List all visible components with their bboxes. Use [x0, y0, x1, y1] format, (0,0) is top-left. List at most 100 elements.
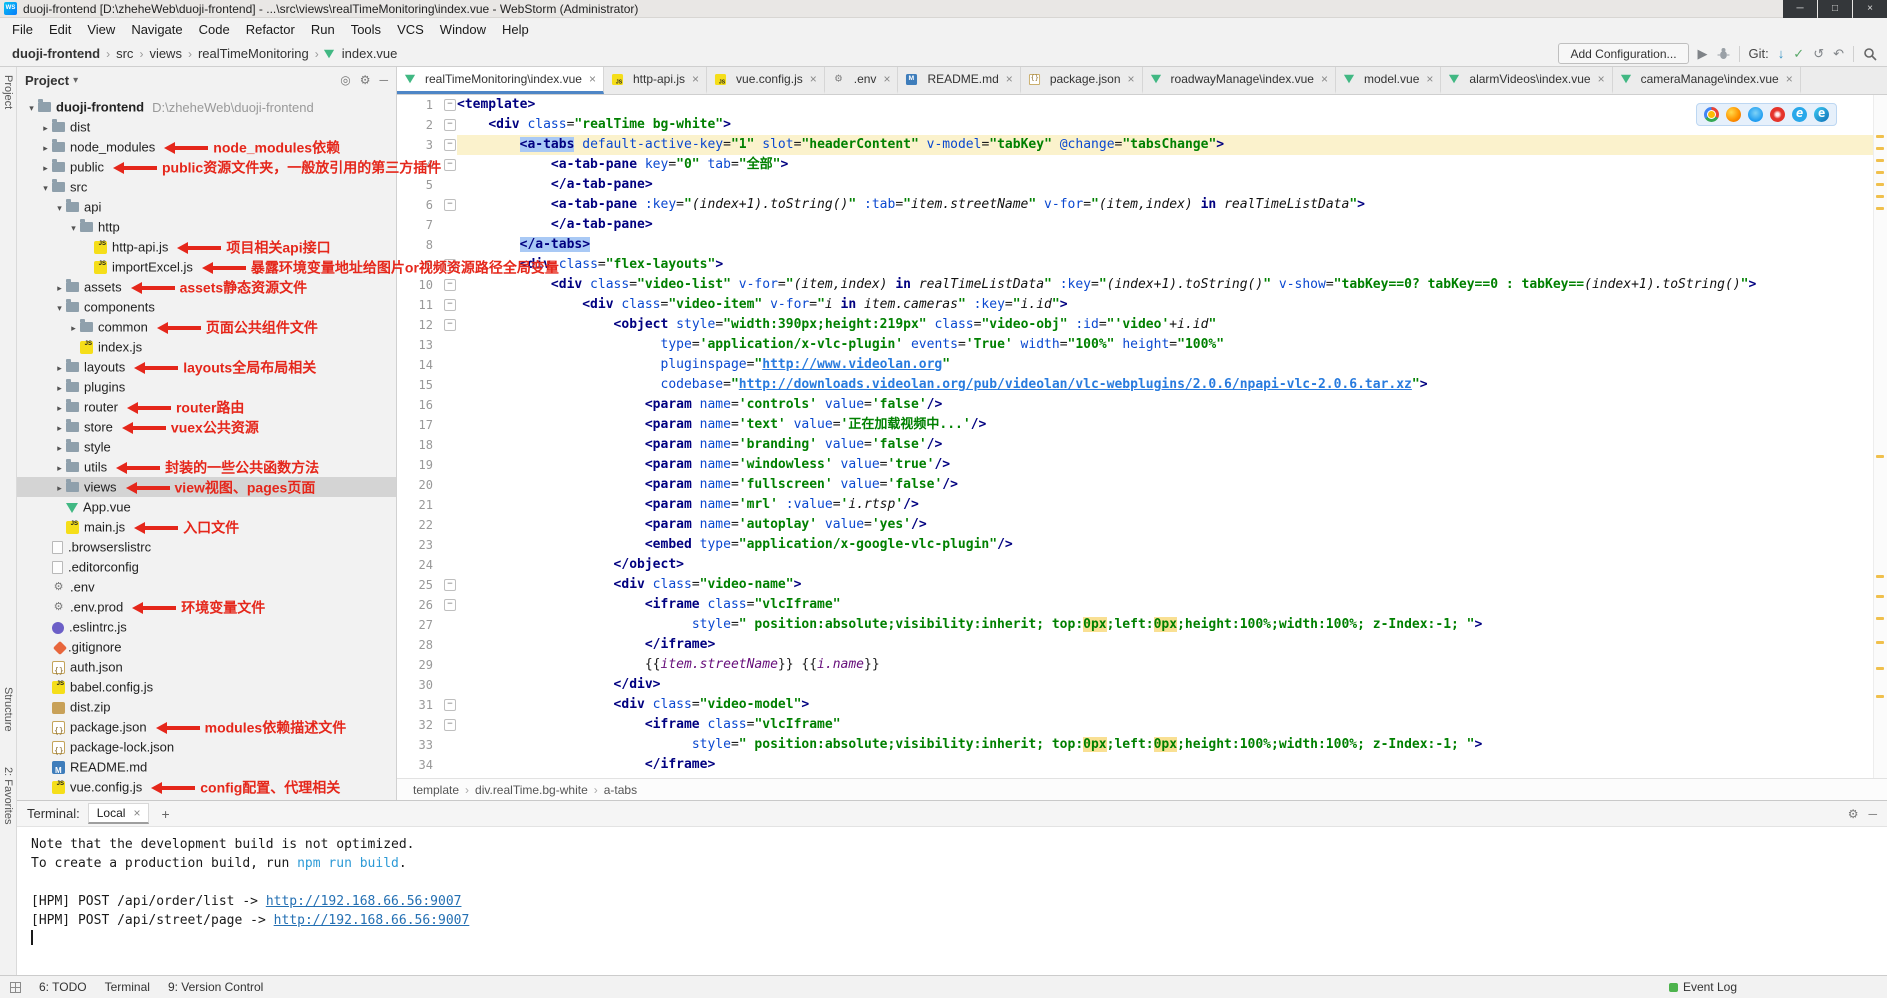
- breadcrumb-item[interactable]: duoji-frontend: [10, 46, 102, 61]
- code-line[interactable]: 12 <object style="width:390px;height:219…: [397, 315, 1887, 335]
- locate-icon[interactable]: ◎: [340, 73, 350, 87]
- close-icon[interactable]: ×: [1853, 0, 1887, 18]
- tab-close-icon[interactable]: ×: [1006, 72, 1013, 86]
- git-update-icon[interactable]: ↓: [1778, 47, 1785, 61]
- code-line[interactable]: 11 <div class="video-item" v-for="i in i…: [397, 295, 1887, 315]
- fold-icon[interactable]: [443, 695, 457, 715]
- collapsed-arrow-icon[interactable]: ▸: [53, 378, 66, 398]
- warning-mark-icon[interactable]: [1876, 695, 1884, 698]
- expanded-arrow-icon[interactable]: ▾: [67, 218, 80, 238]
- new-terminal-session-icon[interactable]: +: [157, 806, 173, 822]
- code-line[interactable]: 22 <param name='autoplay' value='yes'/>: [397, 515, 1887, 535]
- editor-tab[interactable]: roadwayManage\index.vue×: [1143, 67, 1336, 94]
- code-line[interactable]: 19 <param name='windowless' value='true'…: [397, 455, 1887, 475]
- editor-breadcrumb-item[interactable]: template: [411, 783, 461, 797]
- code-line[interactable]: 23 <embed type="application/x-google-vlc…: [397, 535, 1887, 555]
- tree-row[interactable]: README.md: [17, 757, 396, 777]
- edge-browser-icon[interactable]: [1814, 107, 1829, 122]
- code-line[interactable]: 2 <div class="realTime bg-white">: [397, 115, 1887, 135]
- terminal-minimize-icon[interactable]: ─: [1868, 807, 1877, 821]
- debug-bug-icon[interactable]: [1717, 47, 1730, 60]
- git-history-icon[interactable]: ↺: [1813, 47, 1824, 61]
- warning-mark-icon[interactable]: [1876, 159, 1884, 162]
- statusbar-todo[interactable]: 6: TODO: [39, 980, 87, 994]
- code-line[interactable]: 20 <param name='fullscreen' value='false…: [397, 475, 1887, 495]
- tab-close-icon[interactable]: ×: [883, 72, 890, 86]
- editor-tab[interactable]: .env×: [825, 67, 899, 94]
- tree-row[interactable]: ▾http: [17, 217, 396, 237]
- git-commit-icon[interactable]: ✓: [1793, 47, 1804, 61]
- tab-close-icon[interactable]: ×: [1128, 72, 1135, 86]
- code-line[interactable]: 13 type='application/x-vlc-plugin' event…: [397, 335, 1887, 355]
- search-icon[interactable]: [1863, 47, 1877, 61]
- tab-close-icon[interactable]: ×: [692, 72, 699, 86]
- collapsed-arrow-icon[interactable]: ▸: [53, 418, 66, 438]
- tree-row[interactable]: .gitignore: [17, 637, 396, 657]
- code-line[interactable]: 5 </a-tab-pane>: [397, 175, 1887, 195]
- fold-icon[interactable]: [443, 295, 457, 315]
- terminal-link[interactable]: http://192.168.66.56:9007: [266, 894, 462, 909]
- code-line[interactable]: 16 <param name='controls' value='false'/…: [397, 395, 1887, 415]
- add-configuration-button[interactable]: Add Configuration...: [1558, 43, 1688, 64]
- tree-row[interactable]: auth.json: [17, 657, 396, 677]
- opera-browser-icon[interactable]: [1770, 107, 1785, 122]
- code-line[interactable]: 17 <param name='text' value='正在加载视频中...'…: [397, 415, 1887, 435]
- collapsed-arrow-icon[interactable]: ▸: [53, 478, 66, 498]
- expanded-arrow-icon[interactable]: ▾: [25, 98, 38, 118]
- code-line[interactable]: 25 <div class="video-name">: [397, 575, 1887, 595]
- tab-close-icon[interactable]: ×: [1321, 72, 1328, 86]
- tab-close-icon[interactable]: ×: [133, 806, 140, 820]
- code-line[interactable]: 15 codebase="http://downloads.videolan.o…: [397, 375, 1887, 395]
- editor-tab[interactable]: cameraManage\index.vue×: [1613, 67, 1801, 94]
- tree-row[interactable]: ▸layoutslayouts全局布局相关: [17, 357, 396, 377]
- menu-edit[interactable]: Edit: [41, 20, 79, 39]
- menu-refactor[interactable]: Refactor: [238, 20, 303, 39]
- fold-icon[interactable]: [443, 595, 457, 615]
- code-line[interactable]: 30 </div>: [397, 675, 1887, 695]
- editor-tab[interactable]: README.md×: [898, 67, 1020, 94]
- menu-vcs[interactable]: VCS: [389, 20, 432, 39]
- tree-row[interactable]: .env.prod环境变量文件: [17, 597, 396, 617]
- menu-tools[interactable]: Tools: [343, 20, 389, 39]
- editor-breadcrumb-item[interactable]: div.realTime.bg-white: [473, 783, 590, 797]
- collapsed-arrow-icon[interactable]: ▸: [53, 278, 66, 298]
- warning-mark-icon[interactable]: [1876, 171, 1884, 174]
- code-line[interactable]: 8 </a-tabs>: [397, 235, 1887, 255]
- editor-tab[interactable]: vue.config.js×: [707, 67, 825, 94]
- tab-close-icon[interactable]: ×: [1426, 72, 1433, 86]
- run-icon[interactable]: ▶: [1698, 47, 1708, 61]
- tree-row[interactable]: http-api.js项目相关api接口: [17, 237, 396, 257]
- warning-mark-icon[interactable]: [1876, 455, 1884, 458]
- menu-window[interactable]: Window: [432, 20, 494, 39]
- menu-run[interactable]: Run: [303, 20, 343, 39]
- tree-row[interactable]: ▸node_modulesnode_modules依赖: [17, 137, 396, 157]
- tree-row[interactable]: ▾api: [17, 197, 396, 217]
- maximize-icon[interactable]: □: [1818, 0, 1852, 18]
- tree-row[interactable]: vue.config.jsconfig配置、代理相关: [17, 777, 396, 797]
- warning-mark-icon[interactable]: [1876, 183, 1884, 186]
- warning-mark-icon[interactable]: [1876, 595, 1884, 598]
- breadcrumb-item[interactable]: views: [147, 46, 184, 61]
- warning-mark-icon[interactable]: [1876, 147, 1884, 150]
- tree-row[interactable]: .eslintrc.js: [17, 617, 396, 637]
- code-line[interactable]: 27 style=" position:absolute;visibility:…: [397, 615, 1887, 635]
- warning-mark-icon[interactable]: [1876, 617, 1884, 620]
- tree-row[interactable]: babel.config.js: [17, 677, 396, 697]
- code-line[interactable]: 18 <param name='branding' value='false'/…: [397, 435, 1887, 455]
- breadcrumb-item[interactable]: index.vue: [340, 46, 400, 61]
- fold-icon[interactable]: [443, 275, 457, 295]
- code-line[interactable]: 31 <div class="video-model">: [397, 695, 1887, 715]
- fold-icon[interactable]: [443, 115, 457, 135]
- firefox-browser-icon[interactable]: [1726, 107, 1741, 122]
- tool-stripe-project[interactable]: Project: [2, 75, 14, 109]
- minimize-icon[interactable]: ─: [1783, 0, 1817, 18]
- code-line[interactable]: 7 </a-tab-pane>: [397, 215, 1887, 235]
- tree-row[interactable]: .browserslistrc: [17, 537, 396, 557]
- fold-icon[interactable]: [443, 195, 457, 215]
- tree-row[interactable]: ▸dist: [17, 117, 396, 137]
- code-line[interactable]: 9 <div class="flex-layouts">: [397, 255, 1887, 275]
- fold-icon[interactable]: [443, 95, 457, 115]
- ie-browser-icon[interactable]: [1792, 107, 1807, 122]
- fold-icon[interactable]: [443, 155, 457, 175]
- error-stripe[interactable]: [1873, 95, 1887, 778]
